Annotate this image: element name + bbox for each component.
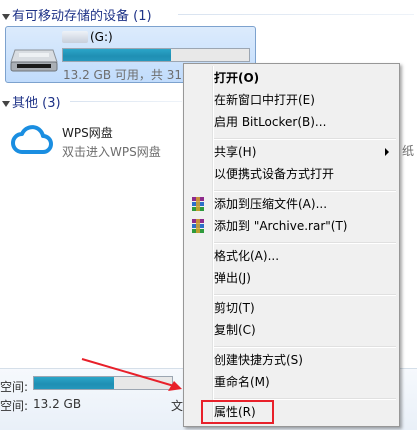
drive-letter: (G:) <box>90 30 113 44</box>
removable-group-title: 有可移动存储的设备 (1) <box>12 9 152 24</box>
other-group-title: 其他 (3) <box>12 96 61 111</box>
menu-separator <box>214 242 396 244</box>
status-space-value: 13.2 GB <box>33 397 82 411</box>
menu-separator <box>214 294 396 296</box>
drive-capacity-bar <box>62 48 250 62</box>
menu-item-open[interactable]: 打开(O) <box>214 67 259 89</box>
menu-item-open-portable[interactable]: 以便携式设备方式打开 <box>214 163 334 185</box>
status-space-label: 空间: <box>0 380 29 394</box>
menu-item-rename[interactable]: 重命名(M) <box>214 371 270 393</box>
menu-item-share[interactable]: 共享(H) <box>214 141 256 163</box>
wps-name: WPS网盘 <box>62 126 113 140</box>
status-partial-text: 文 <box>171 399 184 413</box>
winrar-icon <box>192 197 204 211</box>
properties-highlight-box <box>201 400 274 424</box>
menu-separator <box>214 346 396 348</box>
menu-item-create-shortcut[interactable]: 创建快捷方式(S) <box>214 349 303 371</box>
drive-thumb <box>62 31 88 43</box>
cloud-icon <box>11 125 53 154</box>
menu-item-open-new-window[interactable]: 在新窗口中打开(E) <box>214 89 315 111</box>
group-divider <box>178 14 414 15</box>
drive-free-space: 13.2 GB 可用，共 31.2 <box>63 68 187 82</box>
menu-item-add-to-archive[interactable]: 添加到压缩文件(A)... <box>214 193 327 215</box>
menu-item-eject[interactable]: 弹出(J) <box>214 267 251 289</box>
wps-description: 双击进入WPS网盘 <box>62 145 161 159</box>
winrar-icon <box>192 219 204 233</box>
menu-item-add-to-archive-rar[interactable]: 添加到 "Archive.rar"(T) <box>214 215 347 237</box>
submenu-arrow-icon <box>385 148 389 156</box>
menu-item-format[interactable]: 格式化(A)... <box>214 245 279 267</box>
menu-separator <box>214 138 396 140</box>
menu-item-copy[interactable]: 复制(C) <box>214 319 256 341</box>
usb-drive-icon <box>10 49 58 72</box>
group-divider <box>70 101 182 102</box>
drive-capacity-fill <box>63 49 171 61</box>
menu-item-cut[interactable]: 剪切(T) <box>214 297 255 319</box>
collapse-triangle-icon[interactable] <box>2 101 10 107</box>
status-space-label-2: 空间: <box>0 399 29 413</box>
collapse-triangle-icon[interactable] <box>2 14 10 20</box>
annotation-arrow <box>81 358 182 391</box>
context-menu: 打开(O) 在新窗口中打开(E) 启用 BitLocker(B)... 共享(H… <box>183 63 400 427</box>
partial-item-text: 纸 <box>402 144 415 158</box>
menu-item-bitlocker[interactable]: 启用 BitLocker(B)... <box>214 111 326 133</box>
menu-separator <box>214 190 396 192</box>
